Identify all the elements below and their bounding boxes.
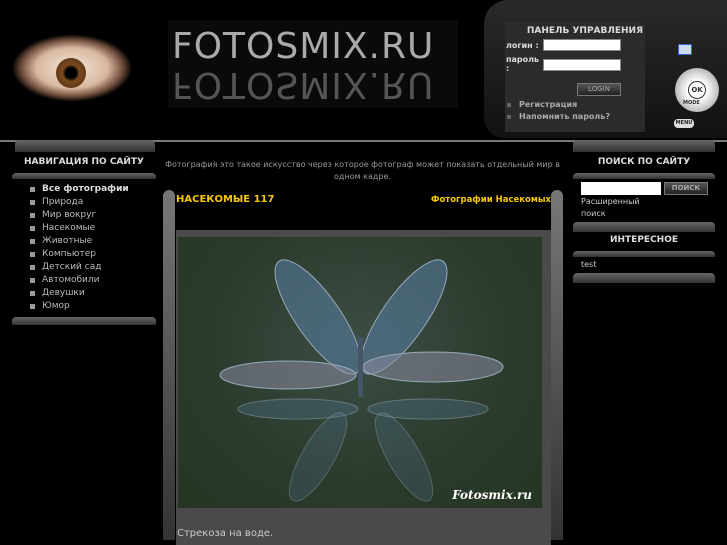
- divider: [573, 273, 715, 283]
- nav-item[interactable]: Компьютер: [30, 248, 156, 261]
- divider: [12, 173, 156, 179]
- search-title: ПОИСК ПО САЙТУ: [597, 157, 691, 167]
- login-button[interactable]: LOGIN: [577, 83, 621, 96]
- menu-button-icon: MENU: [674, 119, 694, 128]
- remind-password-link[interactable]: Напомнить пароль?: [507, 112, 610, 121]
- nav-item[interactable]: Животные: [30, 235, 156, 248]
- play-icon: [678, 44, 692, 55]
- advanced-search-link[interactable]: Расширенный поиск: [581, 196, 666, 220]
- interesting-item[interactable]: test: [581, 260, 596, 269]
- nav-title: НАВИГАЦИЯ ПО САЙТУ: [23, 157, 145, 167]
- divider: [573, 173, 715, 179]
- divider: [573, 222, 715, 232]
- register-link[interactable]: Регистрация: [507, 100, 577, 109]
- logo-text: FOTOSMIX.RU: [172, 26, 435, 67]
- divider: [573, 251, 715, 257]
- password-input[interactable]: [543, 59, 621, 71]
- category-link[interactable]: Фотографии Насекомых: [431, 195, 551, 205]
- nav-item[interactable]: Насекомые: [30, 222, 156, 235]
- divider: [12, 317, 156, 325]
- dragonfly-illustration: [219, 259, 504, 502]
- photo-caption: Стрекоза на воде.: [177, 528, 274, 539]
- search-input[interactable]: [581, 182, 661, 195]
- login-input[interactable]: [543, 39, 621, 51]
- login-label: логин :: [506, 41, 539, 50]
- intro-text: Фотография это такое искусство через кот…: [165, 160, 560, 181]
- nav-item[interactable]: Детский сад: [30, 261, 156, 274]
- frame-post-left: [163, 190, 175, 540]
- right-sidebar: ПОИСК ПО САЙТУ ПОИСК Расширенный поиск И…: [573, 140, 715, 283]
- bar-top: [573, 140, 715, 152]
- watermark: Fotosmix.ru: [452, 488, 532, 502]
- ok-button-icon: OK: [688, 81, 706, 99]
- nav-item[interactable]: Автомобили: [30, 274, 156, 287]
- mode-label: MODE: [683, 100, 700, 106]
- dragonfly-photo[interactable]: Fotosmix.ru: [178, 237, 542, 508]
- interesting-title: ИНТЕРЕСНОЕ: [609, 235, 679, 245]
- eye-iris: [56, 58, 86, 88]
- site-logo[interactable]: FOTOSMIX.RU FOTOSMIX.RU: [168, 20, 458, 108]
- login-panel: ПАНЕЛЬ УПРАВЛЕНИЯ логин : пароль : LOGIN…: [505, 22, 645, 132]
- search-button[interactable]: ПОИСК: [664, 182, 708, 195]
- nav-item[interactable]: Девушки: [30, 287, 156, 300]
- nav-item[interactable]: Юмор: [30, 300, 156, 313]
- nav-item[interactable]: Мир вокруг: [30, 209, 156, 222]
- frame-post-right: [551, 190, 563, 540]
- category-title: НАСЕКОМЫЕ 117: [176, 194, 275, 205]
- password-label: пароль :: [506, 55, 540, 73]
- bar-top: [15, 140, 155, 152]
- nav-sidebar: НАВИГАЦИЯ ПО САЙТУ Все фотографии Природ…: [12, 140, 156, 325]
- nav-item[interactable]: Природа: [30, 196, 156, 209]
- login-panel-title: ПАНЕЛЬ УПРАВЛЕНИЯ: [526, 26, 643, 36]
- nav-item[interactable]: Все фотографии: [30, 183, 156, 196]
- logo-reflection: FOTOSMIX.RU: [172, 64, 435, 105]
